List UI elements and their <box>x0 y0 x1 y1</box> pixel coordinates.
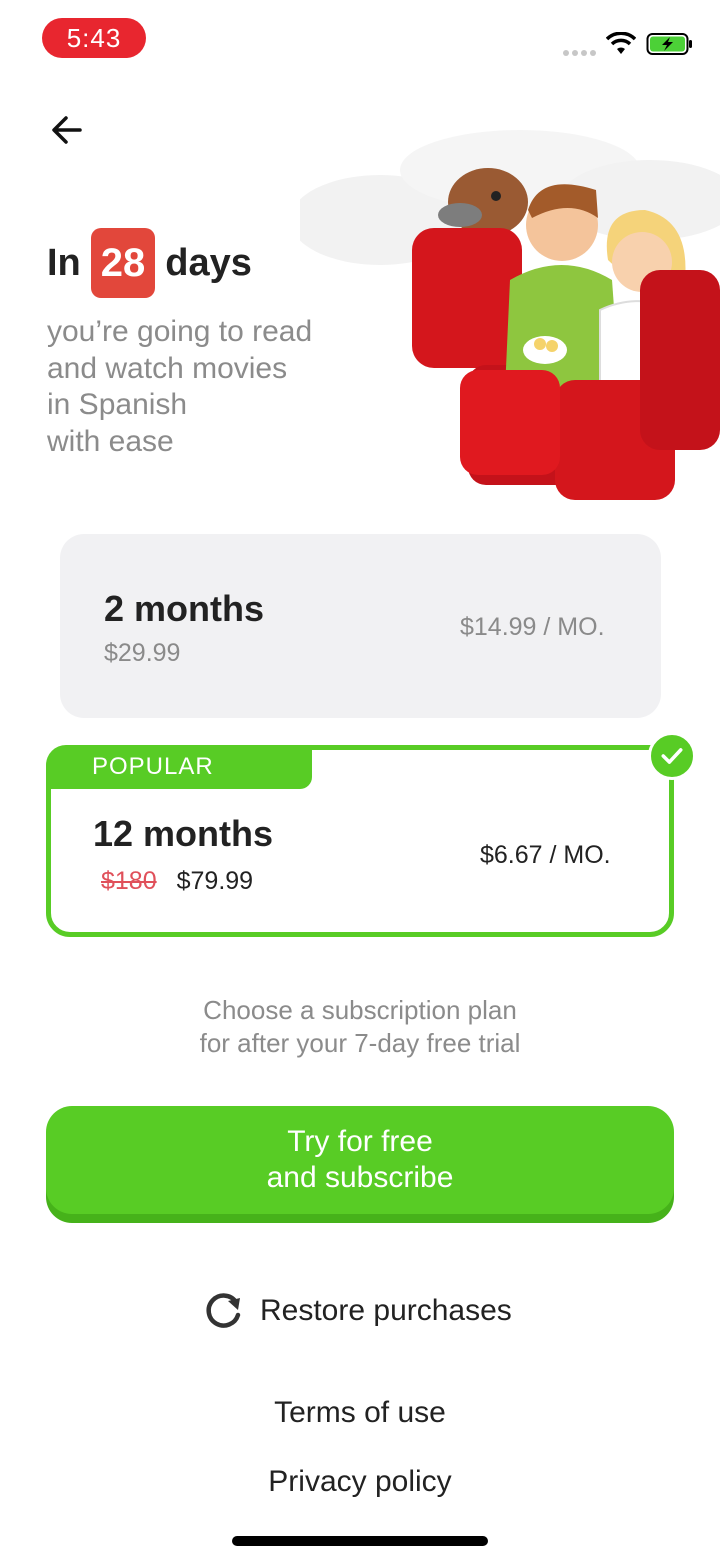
popular-badge: POPULAR <box>46 745 312 789</box>
back-arrow-icon[interactable] <box>44 106 92 154</box>
privacy-policy-link[interactable]: Privacy policy <box>0 1465 720 1499</box>
cta-label-line: Try for free <box>287 1125 433 1158</box>
check-icon <box>648 732 696 780</box>
home-indicator[interactable] <box>232 1536 488 1546</box>
battery-icon <box>646 33 692 55</box>
plan-option-12-months[interactable]: POPULAR 12 months $180 $79.99 $6.67 / MO. <box>46 732 696 937</box>
trial-info-line: for after your 7-day free trial <box>199 1028 521 1058</box>
cinema-audience-illustration <box>300 130 720 500</box>
trial-info-line: Choose a subscription plan <box>203 995 517 1025</box>
status-bar: 5:43 <box>0 0 720 80</box>
try-free-subscribe-button[interactable]: Try for free and subscribe <box>46 1106 674 1214</box>
days-count-badge: 28 <box>90 228 156 298</box>
plan-monthly-price: $14.99 / MO. <box>460 613 605 641</box>
status-time: 5:43 <box>42 18 146 58</box>
cellular-signal-icon <box>563 43 599 56</box>
plan-original-price: $180 <box>101 867 157 895</box>
terms-of-use-link[interactable]: Terms of use <box>0 1396 720 1430</box>
restore-purchases-label: Restore purchases <box>260 1294 512 1327</box>
trial-info-text: Choose a subscription plan for after you… <box>0 994 720 1060</box>
plan-title: 12 months <box>93 813 274 854</box>
wifi-icon <box>606 32 636 54</box>
title-suffix: days <box>165 241 252 284</box>
plan-price-row: $180 $79.99 <box>101 867 253 896</box>
restore-purchases-button[interactable]: Restore purchases <box>200 1288 512 1334</box>
restore-icon <box>206 1293 241 1328</box>
plan-option-2-months[interactable]: 2 months $29.99 $14.99 / MO. <box>60 534 661 718</box>
page-title: In 28 days <box>47 228 252 298</box>
cta-label-line: and subscribe <box>266 1161 454 1194</box>
title-prefix: In <box>47 241 81 284</box>
plan-total-price: $79.99 <box>176 867 254 895</box>
plan-monthly-price: $6.67 / MO. <box>480 841 611 869</box>
plan-title: 2 months <box>104 588 265 629</box>
plan-total-price: $29.99 <box>104 639 181 667</box>
